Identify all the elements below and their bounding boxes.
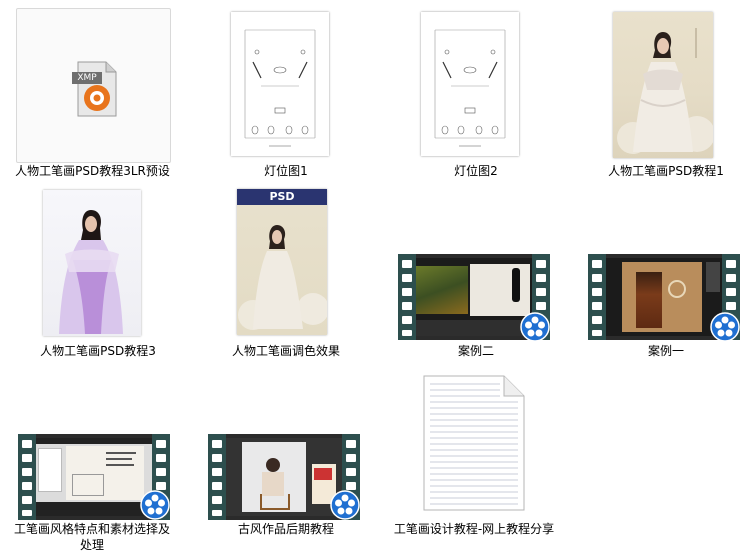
- woman-figure-image: [238, 225, 327, 330]
- video-reel-icon: [710, 312, 740, 342]
- video-reel-icon: [330, 490, 360, 520]
- photo-thumbnail: [43, 190, 141, 336]
- text-document-icon: [423, 375, 525, 511]
- file-item-photo-color[interactable]: PSD 人物工笔画调色效果: [196, 186, 376, 366]
- woman-figure-image: [617, 28, 713, 154]
- file-item-photo-1[interactable]: 人物工笔画PSD教程1: [576, 8, 750, 188]
- diagram-thumbnail: [421, 12, 519, 156]
- file-name: 人物工笔画调色效果: [231, 344, 340, 358]
- file-item-video-case-1[interactable]: 案例一: [576, 186, 750, 366]
- file-name: 灯位图1: [264, 164, 308, 178]
- video-frame: [606, 258, 722, 336]
- xmp-icon-label: XMP: [77, 73, 97, 83]
- file-item-diagram-1[interactable]: 灯位图1: [196, 8, 376, 188]
- file-name: 古风作品后期教程: [237, 522, 334, 536]
- video-frame: [36, 438, 152, 516]
- file-item-diagram-2[interactable]: 灯位图2: [386, 8, 566, 188]
- file-item-xmp[interactable]: XMP 人物工笔画PSD教程3LR预设: [15, 8, 196, 188]
- photo-thumbnail: [613, 12, 713, 158]
- video-reel-icon: [520, 312, 550, 342]
- file-name: 人物工笔画PSD教程1: [608, 164, 724, 178]
- file-item-photo-3[interactable]: 人物工笔画PSD教程3: [8, 186, 188, 366]
- video-frame: [416, 258, 532, 336]
- photo-thumbnail: PSD: [237, 189, 327, 335]
- file-name: 人物工笔画PSD教程3LR预设: [15, 164, 170, 178]
- file-item-video-case-2[interactable]: 案例二: [386, 186, 566, 366]
- file-item-video-ancient[interactable]: 古风作品后期教程: [196, 366, 376, 546]
- file-item-video-style[interactable]: 工笔画风格特点和素材选择及处理: [8, 366, 188, 552]
- file-item-text-doc[interactable]: 工笔画设计教程-网上教程分享: [386, 366, 566, 546]
- video-reel-icon: [140, 490, 170, 520]
- video-frame: [226, 438, 342, 516]
- diagram-thumbnail: [231, 12, 329, 156]
- file-name: 工笔画设计教程-网上教程分享: [393, 522, 555, 536]
- xmp-file-icon: [72, 61, 117, 117]
- lighting-diagram-drawing: [244, 29, 316, 147]
- file-name: 案例二: [457, 344, 494, 358]
- file-name: 人物工笔画PSD教程3: [40, 344, 156, 358]
- lighting-diagram-drawing: [434, 29, 506, 147]
- file-name: 工笔画风格特点和素材选择及处理: [13, 522, 170, 552]
- file-name: 灯位图2: [454, 164, 498, 178]
- woman-purple-dress-image: [59, 210, 123, 334]
- file-name: 案例一: [647, 344, 684, 358]
